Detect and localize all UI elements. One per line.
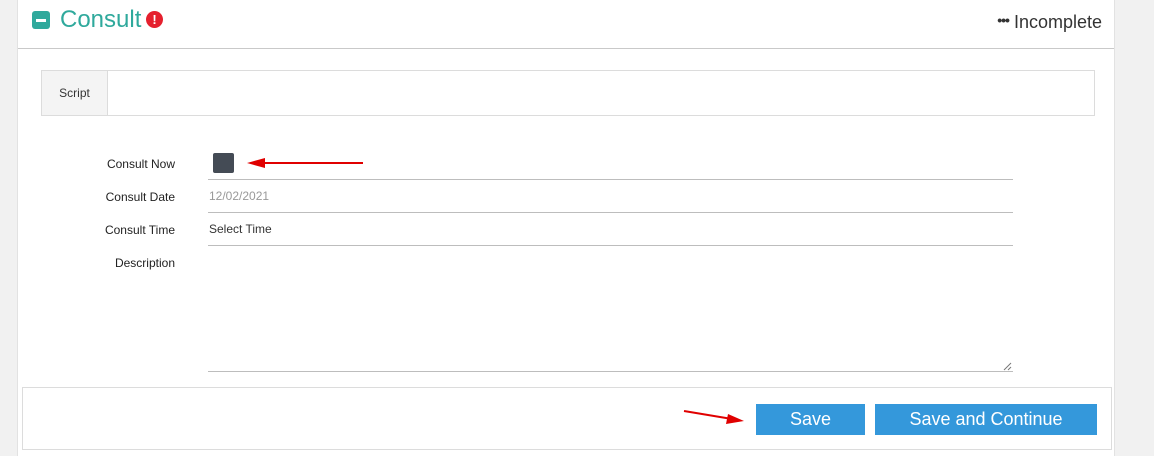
annotation-arrow-save: [683, 410, 744, 424]
consult-time-label: Consult Time: [104, 223, 175, 237]
panel-title: Consult: [60, 6, 142, 33]
ellipsis-icon: •••: [997, 12, 1010, 28]
save-and-continue-button[interactable]: Save and Continue: [875, 404, 1097, 435]
exclamation-circle-icon: !: [146, 11, 163, 28]
tab-script[interactable]: Script: [42, 71, 108, 115]
consult-date-label: Consult Date: [105, 190, 175, 204]
consult-panel: Consult ! ••• Incomplete Script Consult N…: [17, 0, 1115, 456]
consult-now-label: Consult Now: [106, 157, 175, 171]
collapse-icon[interactable]: [32, 11, 50, 29]
description-label: Description: [114, 256, 175, 270]
consult-time-underline: [208, 245, 1013, 246]
description-textarea[interactable]: [208, 252, 1013, 371]
status-indicator[interactable]: ••• Incomplete: [997, 9, 1102, 33]
consult-now-underline: [208, 179, 1013, 180]
consult-date-field[interactable]: 12/02/2021: [209, 189, 269, 203]
panel-header: Consult ! ••• Incomplete: [18, 0, 1114, 49]
consult-date-underline: [208, 212, 1013, 213]
resize-grip-icon[interactable]: [1002, 361, 1012, 371]
save-button[interactable]: Save: [756, 404, 865, 435]
consult-now-checkbox[interactable]: [213, 153, 234, 173]
form-footer: Save Save and Continue: [22, 387, 1112, 450]
status-label: Incomplete: [1013, 12, 1102, 32]
script-section: Script: [41, 70, 1095, 116]
annotation-arrow-consult-now: [247, 158, 363, 168]
consult-time-field[interactable]: Select Time: [209, 222, 272, 236]
description-underline: [208, 371, 1013, 372]
